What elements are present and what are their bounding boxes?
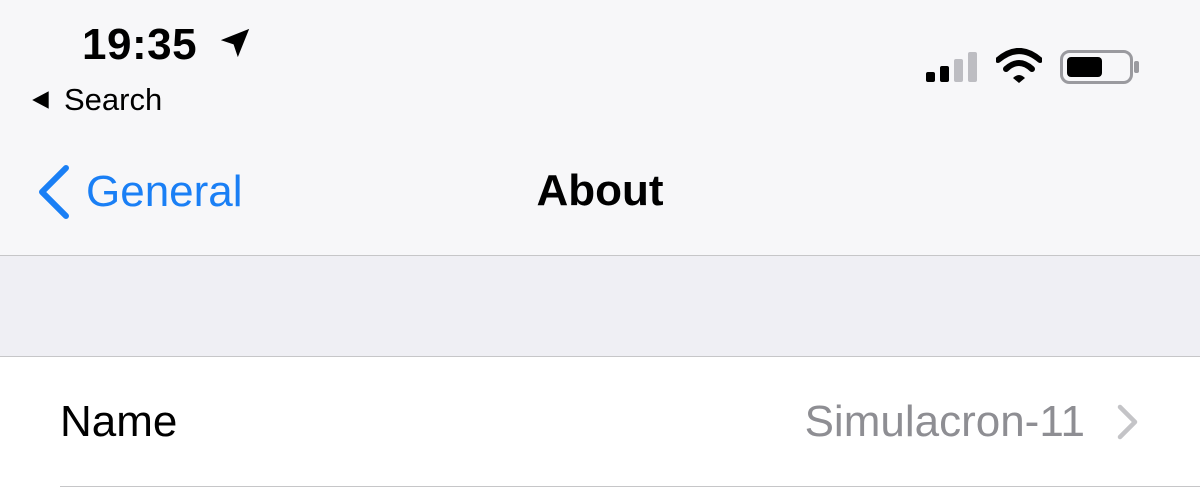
back-triangle-icon (32, 91, 49, 109)
name-row[interactable]: Name Simulacron-11 (0, 357, 1200, 487)
wifi-icon (996, 48, 1042, 83)
battery-icon (1060, 50, 1139, 84)
row-separator (60, 486, 1200, 487)
page-title: About (536, 166, 664, 215)
navigation-bar: General About (0, 130, 1200, 256)
location-arrow-icon (220, 28, 250, 58)
back-to-app-label: Search (64, 82, 163, 117)
settings-list: Name Simulacron-11 (0, 357, 1200, 503)
status-bar: 19:35 Search (0, 0, 1200, 130)
status-time: 19:35 (82, 20, 198, 69)
back-to-app-link[interactable]: Search (30, 80, 162, 120)
section-spacer (0, 256, 1200, 357)
cellular-signal-icon (926, 52, 977, 82)
name-row-value: Simulacron-11 (804, 397, 1085, 446)
chevron-right-icon (1117, 404, 1138, 440)
name-row-label: Name (60, 397, 178, 446)
